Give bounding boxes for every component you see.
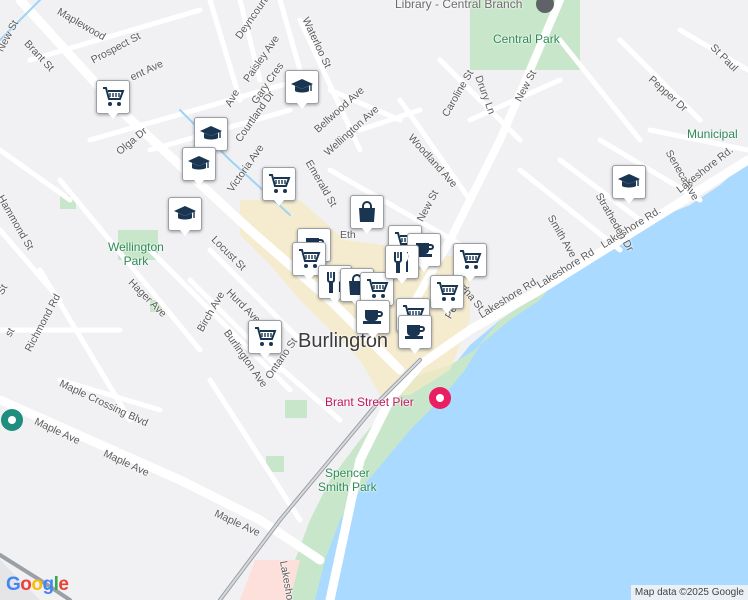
marker-shopping-bag[interactable] bbox=[350, 195, 384, 234]
shopping-cart-icon bbox=[267, 172, 291, 196]
shopping-cart-icon bbox=[458, 248, 482, 272]
shopping-cart-icon bbox=[435, 280, 459, 304]
marker-shopping-cart[interactable] bbox=[430, 275, 464, 314]
label-eth: Eth bbox=[340, 229, 356, 241]
marker-school[interactable] bbox=[194, 117, 228, 156]
marker-shopping-cart[interactable] bbox=[262, 167, 296, 206]
school-icon bbox=[173, 202, 197, 226]
school-icon bbox=[187, 152, 211, 176]
marker-cafe[interactable] bbox=[398, 315, 432, 354]
map-canvas[interactable]: Library - Central Branch Central Park Mu… bbox=[0, 0, 748, 600]
google-logo[interactable]: Google bbox=[6, 574, 69, 596]
shopping-cart-icon bbox=[253, 325, 277, 349]
marker-school[interactable] bbox=[285, 70, 319, 109]
shopping-cart-icon bbox=[365, 277, 389, 301]
label-library: Library - Central Branch bbox=[395, 0, 523, 11]
restaurant-icon bbox=[390, 250, 414, 274]
marker-school[interactable] bbox=[168, 197, 202, 236]
school-icon bbox=[199, 122, 223, 146]
marker-school[interactable] bbox=[182, 147, 216, 186]
marker-shopping-cart[interactable] bbox=[248, 320, 282, 359]
label-brant-street-pier[interactable]: Brant Street Pier bbox=[325, 395, 414, 409]
map-attribution[interactable]: Map data ©2025 Google bbox=[630, 585, 748, 600]
marker-restaurant[interactable] bbox=[385, 245, 419, 284]
school-icon bbox=[617, 170, 641, 194]
marker-shopping-cart[interactable] bbox=[453, 243, 487, 282]
cafe-icon bbox=[403, 320, 427, 344]
marker-school[interactable] bbox=[612, 165, 646, 204]
cafe-icon bbox=[361, 305, 385, 329]
label-wellington-park: Wellington Park bbox=[108, 240, 164, 268]
shopping-cart-icon bbox=[101, 85, 125, 109]
label-municipal: Municipal bbox=[687, 127, 738, 141]
school-icon bbox=[290, 75, 314, 99]
label-central-park: Central Park bbox=[493, 32, 560, 46]
marker-cafe[interactable] bbox=[356, 300, 390, 339]
label-spencer-smith-park: Spencer Smith Park bbox=[318, 466, 377, 494]
marker-shopping-cart[interactable] bbox=[96, 80, 130, 119]
shopping-bag-icon bbox=[355, 200, 379, 224]
